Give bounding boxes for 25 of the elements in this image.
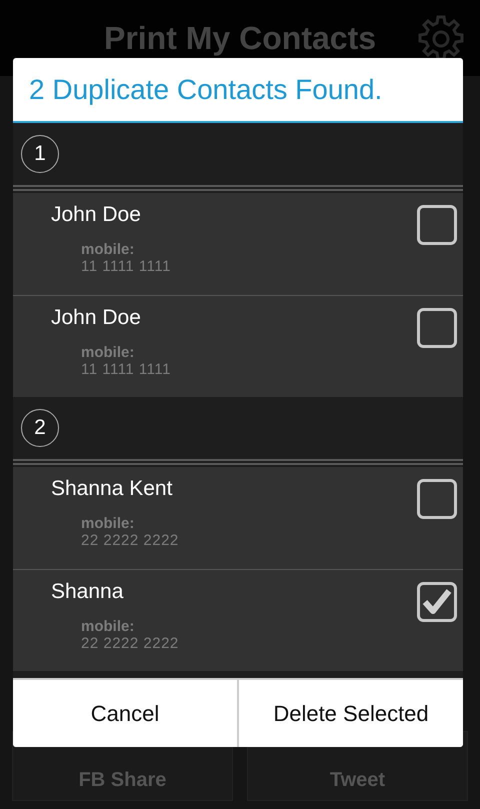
checkbox[interactable] <box>417 582 457 622</box>
delete-button[interactable]: Delete Selected <box>237 680 463 747</box>
contact-name: Shanna Kent <box>51 477 174 501</box>
phone-number: 22 2222 2222 <box>81 532 179 549</box>
checkbox[interactable] <box>417 479 457 519</box>
phone-number: 22 2222 2222 <box>81 635 179 652</box>
phone-label: mobile: <box>81 515 136 532</box>
contact-row[interactable]: John Doe mobile: 11 1111 1111 <box>13 295 463 397</box>
phone-label: mobile: <box>81 344 136 361</box>
contact-name: John Doe <box>51 306 142 330</box>
phone-number: 11 1111 1111 <box>81 258 171 275</box>
contact-row[interactable]: Shanna mobile: 22 2222 2222 <box>13 569 463 671</box>
phone-label: mobile: <box>81 241 136 258</box>
contact-row[interactable]: Shanna Kent mobile: 22 2222 2222 <box>13 467 463 569</box>
checkbox[interactable] <box>417 205 457 245</box>
contact-name: Shanna <box>51 580 124 604</box>
group-number: 2 <box>21 409 59 447</box>
phone-number: 11 1111 1111 <box>81 361 171 378</box>
phone-label: mobile: <box>81 618 136 635</box>
contact-row[interactable]: John Doe mobile: 11 1111 1111 <box>13 193 463 295</box>
dialog-title: 2 Duplicate Contacts Found. <box>29 74 382 106</box>
app-title: Print My Contacts <box>104 20 376 56</box>
contact-name: John Doe <box>51 203 142 227</box>
checkbox[interactable] <box>417 308 457 348</box>
group-number: 1 <box>21 135 59 173</box>
